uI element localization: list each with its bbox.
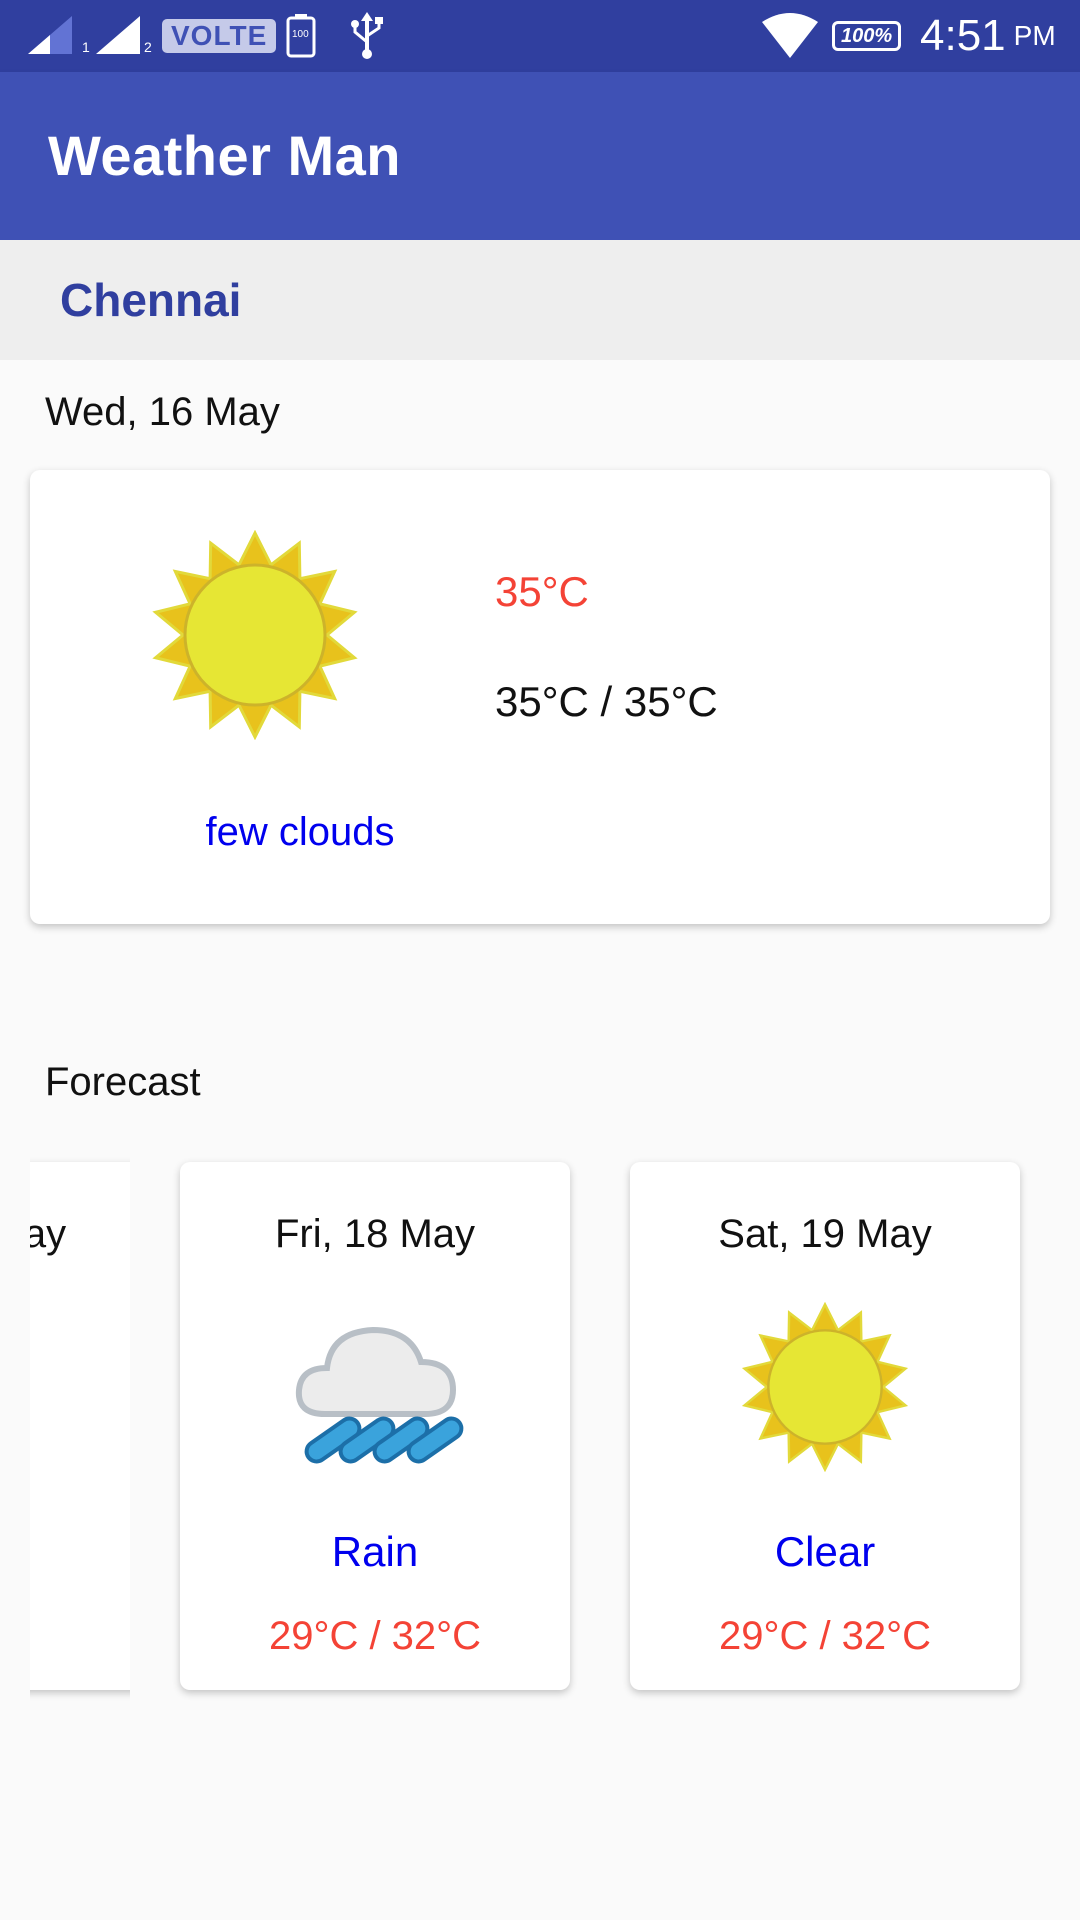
forecast-range: 29°C / 32°C	[718, 1614, 932, 1658]
weather-description: few clouds	[205, 810, 395, 854]
forecast-description: Rain	[331, 1528, 419, 1575]
app-bar: Weather Man	[0, 72, 1080, 240]
rain-cloud-icon	[180, 1302, 570, 1482]
sun-icon	[150, 529, 360, 745]
sun-icon	[630, 1302, 1020, 1472]
battery-icon: 100%	[832, 0, 902, 72]
clock: 4:51 PM	[920, 11, 1056, 60]
forecast-card[interactable]: Fri, 18 May Rain 29°C / 32°C	[180, 1162, 570, 1690]
forecast-date: Sat, 19 May	[718, 1212, 932, 1256]
forecast-date: Fri, 18 May	[274, 1212, 476, 1256]
forecast-description: Clear	[774, 1528, 876, 1575]
status-bar: 1 2 VOLTE 100 100% 4:51 PM	[0, 0, 1080, 72]
forecast-date: Thu, 17 May	[30, 1212, 67, 1256]
forecast-scroll-clip: Thu, 17 May	[30, 1150, 130, 1710]
usb-icon	[350, 0, 384, 72]
app-title: Weather Man	[48, 124, 401, 187]
forecast-card[interactable]: Thu, 17 May	[30, 1162, 130, 1690]
temperature-range: 35°C / 35°C	[495, 678, 718, 725]
today-date: Wed, 16 May	[45, 390, 280, 434]
signal-sim2-icon: 2	[96, 0, 152, 72]
battery-small-icon: 100	[286, 0, 316, 72]
city-bar[interactable]: Chennai	[0, 240, 1080, 360]
volte-badge: VOLTE	[162, 19, 277, 53]
forecast-card[interactable]: Sat, 19 May Clear 29°C / 32°C	[630, 1162, 1020, 1690]
city-name[interactable]: Chennai	[60, 240, 241, 360]
current-temperature: 35°C	[495, 568, 589, 615]
signal-sim1-icon: 1	[28, 0, 90, 72]
forecast-range: 29°C / 32°C	[268, 1614, 482, 1658]
forecast-heading: Forecast	[45, 1060, 201, 1104]
wifi-icon	[760, 0, 820, 72]
today-weather-card[interactable]: 35°C 35°C / 35°C few clouds	[30, 470, 1050, 924]
